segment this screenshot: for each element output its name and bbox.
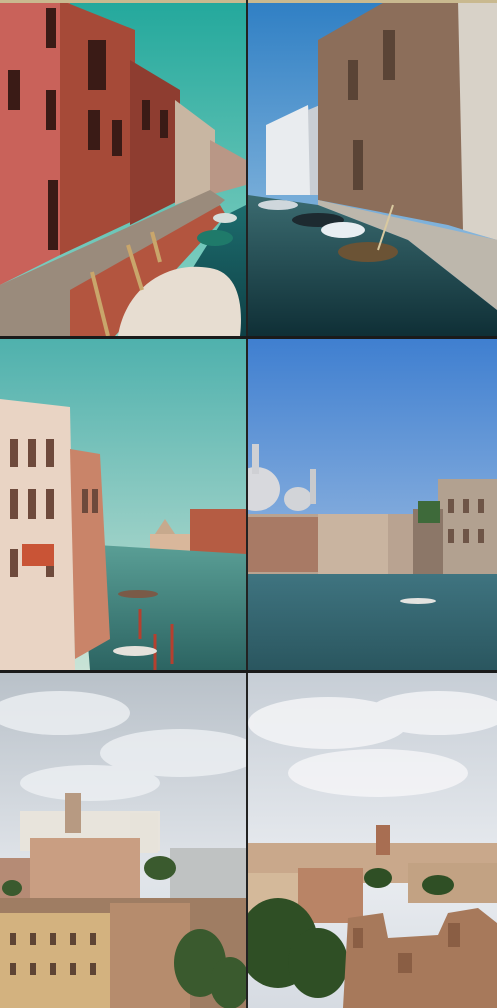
photo-tile-venice-canal-natural — [248, 0, 497, 336]
vertical-divider — [246, 0, 248, 1008]
photo-tile-rome-ruins-natural — [248, 673, 497, 1008]
photo-tile-grand-canal-natural — [248, 339, 497, 670]
photo-tile-venice-canal-warm — [0, 0, 246, 336]
photo-tile-rome-rooftops-warm — [0, 673, 246, 1008]
horizontal-divider-1 — [0, 336, 497, 339]
top-border — [0, 0, 497, 3]
photo-tile-grand-canal-warm — [0, 339, 246, 670]
photo-collage — [0, 0, 497, 1008]
horizontal-divider-2 — [0, 670, 497, 673]
